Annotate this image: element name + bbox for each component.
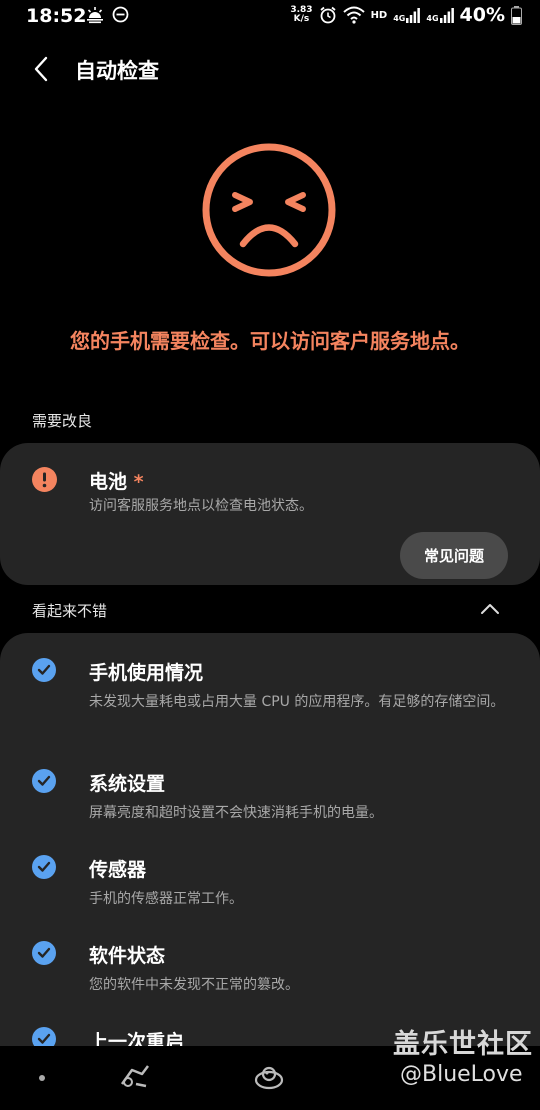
assistant-icon[interactable] — [252, 1062, 286, 1092]
status-left-icons — [86, 6, 129, 24]
battery-percent: 40% — [459, 4, 505, 26]
status-bar: 18:52 3.83 K/s HD 4G 4G 40% — [0, 0, 540, 32]
battery-title-text: 电池 — [89, 471, 128, 493]
last-restart-title[interactable]: 上一次重启 — [89, 1027, 184, 1047]
signal-2: 4G — [426, 7, 454, 23]
weather-icon — [87, 7, 103, 24]
section-label-needs-improvement: 需要改良 — [32, 412, 93, 430]
signal-1: 4G — [393, 7, 421, 23]
system-settings-description: 屏幕亮度和超时设置不会快速消耗手机的电量。 — [89, 805, 383, 821]
do-not-disturb-icon — [112, 6, 129, 23]
battery-item-description: 访问客服服务地点以检查电池状态。 — [89, 498, 313, 514]
watermark-title: 盖乐世社区 — [393, 1029, 533, 1060]
check-icon — [32, 1027, 56, 1047]
battery-item-title[interactable]: 电池 * — [89, 467, 144, 494]
alarm-icon — [319, 6, 336, 24]
back-arrow-icon[interactable] — [30, 54, 54, 84]
chevron-up-icon[interactable] — [480, 602, 500, 616]
watermark-handle: @BlueLove — [400, 1062, 523, 1087]
check-icon — [32, 769, 56, 793]
system-settings-title[interactable]: 系统设置 — [89, 769, 165, 796]
page-title: 自动检查 — [75, 59, 159, 83]
status-time: 18:52 — [26, 5, 87, 27]
signal-bars-icon — [439, 8, 454, 23]
software-status-title[interactable]: 软件状态 — [89, 941, 165, 968]
alert-message: 您的手机需要检查。可以访问客户服务地点。 — [70, 329, 470, 353]
software-status-description: 您的软件中未发现不正常的篡改。 — [89, 977, 299, 993]
network-type-2: 4G — [426, 14, 439, 23]
battery-icon — [511, 5, 522, 25]
hd-voice-indicator: HD — [370, 9, 388, 21]
nav-dot-icon[interactable] — [39, 1075, 45, 1081]
faq-button[interactable]: 常见问题 — [400, 532, 508, 579]
phone-usage-description: 未发现大量耗电或占用大量 CPU 的应用程序。有足够的存储空间。 — [89, 694, 505, 710]
sensors-description: 手机的传感器正常工作。 — [89, 891, 243, 907]
battery-asterisk: * — [133, 471, 144, 493]
wifi-icon — [342, 6, 365, 24]
check-icon — [32, 658, 56, 682]
looks-good-card: 手机使用情况 未发现大量耗电或占用大量 CPU 的应用程序。有足够的存储空间。 … — [0, 633, 540, 1047]
network-speed-unit: K/s — [293, 14, 310, 24]
phone-usage-title[interactable]: 手机使用情况 — [89, 658, 203, 685]
section-label-looks-good: 看起来不错 — [32, 602, 108, 620]
sad-face-icon — [202, 143, 336, 277]
network-type-1: 4G — [393, 14, 406, 23]
check-icon — [32, 941, 56, 965]
warning-icon — [32, 467, 57, 492]
signal-bars-icon — [406, 8, 421, 23]
status-right-icons: 3.83 K/s HD 4G 4G 40% — [290, 4, 522, 26]
sensors-title[interactable]: 传感器 — [89, 855, 146, 882]
network-speed: 3.83 K/s — [290, 6, 312, 24]
check-icon — [32, 855, 56, 879]
game-launcher-icon[interactable] — [118, 1062, 154, 1092]
